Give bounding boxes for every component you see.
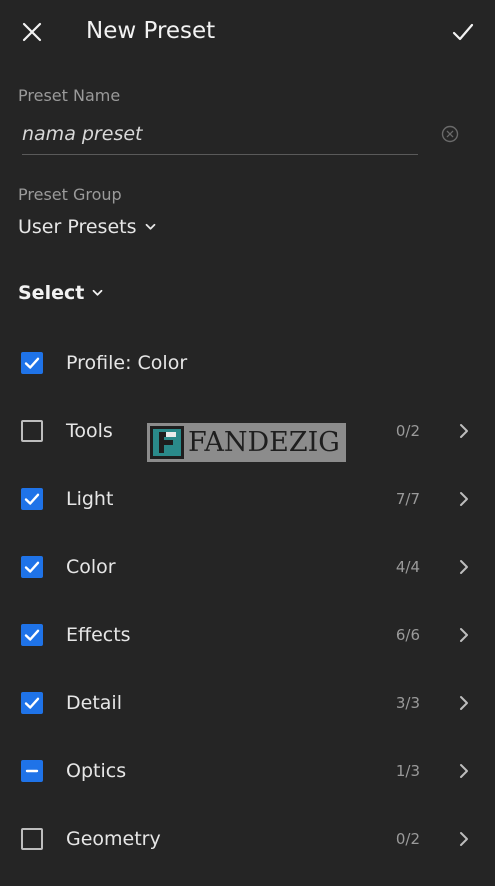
row-checkbox[interactable]: [21, 420, 43, 442]
preset-group-value: User Presets: [18, 216, 137, 238]
clear-input-button[interactable]: [441, 125, 459, 143]
row-checkbox[interactable]: [21, 624, 43, 646]
chevron-right-icon[interactable]: [457, 422, 471, 440]
chevron-right-icon[interactable]: [457, 626, 471, 644]
row-label: Optics: [66, 760, 127, 782]
row-label: Color: [66, 556, 116, 578]
row-checkbox[interactable]: [21, 692, 43, 714]
setting-row-color[interactable]: Color 4/4: [0, 539, 495, 595]
chevron-down-icon: [92, 289, 103, 296]
preset-group-label: Preset Group: [18, 185, 122, 204]
row-checkbox[interactable]: [21, 488, 43, 510]
clear-circle-icon: [441, 125, 459, 143]
check-icon: [24, 357, 40, 369]
row-label: Effects: [66, 624, 131, 646]
row-checkbox[interactable]: [21, 828, 43, 850]
setting-row-light[interactable]: Light 7/7: [0, 471, 495, 527]
confirm-button[interactable]: [449, 18, 477, 46]
setting-row-detail[interactable]: Detail 3/3: [0, 675, 495, 731]
top-bar: New Preset: [0, 0, 495, 64]
preset-name-label: Preset Name: [18, 86, 121, 105]
row-count: 4/4: [395, 558, 420, 576]
row-label: Light: [66, 488, 114, 510]
row-count: 0/2: [395, 422, 420, 440]
chevron-right-icon[interactable]: [457, 490, 471, 508]
row-label: Tools: [66, 420, 113, 442]
chevron-right-icon[interactable]: [457, 830, 471, 848]
preset-group-dropdown[interactable]: User Presets: [18, 216, 156, 238]
page-title: New Preset: [86, 18, 216, 44]
row-checkbox[interactable]: [21, 352, 43, 374]
preset-name-input[interactable]: [22, 118, 418, 150]
row-label: Geometry: [66, 828, 161, 850]
preset-name-field-wrap: [22, 118, 418, 155]
chevron-right-icon[interactable]: [457, 762, 471, 780]
check-icon: [24, 561, 40, 573]
check-icon: [24, 629, 40, 641]
close-icon: [22, 22, 42, 42]
checkmark-icon: [452, 23, 474, 41]
row-checkbox[interactable]: [21, 760, 43, 782]
watermark: FANDEZIG: [147, 423, 346, 462]
row-count: 6/6: [395, 626, 420, 644]
setting-row-profile[interactable]: Profile: Color: [0, 335, 495, 391]
row-label: Detail: [66, 692, 122, 714]
chevron-right-icon[interactable]: [457, 694, 471, 712]
row-checkbox[interactable]: [21, 556, 43, 578]
minus-icon: [25, 769, 39, 773]
setting-row-effects[interactable]: Effects 6/6: [0, 607, 495, 663]
row-count: 0/2: [395, 830, 420, 848]
watermark-text: FANDEZIG: [188, 427, 340, 458]
setting-row-optics[interactable]: Optics 1/3: [0, 743, 495, 799]
row-count: 7/7: [395, 490, 420, 508]
chevron-down-icon: [145, 223, 155, 230]
check-icon: [24, 493, 40, 505]
watermark-logo-icon: [150, 426, 184, 459]
select-dropdown[interactable]: Select: [18, 282, 103, 304]
chevron-right-icon[interactable]: [457, 558, 471, 576]
row-count: 3/3: [395, 694, 420, 712]
close-button[interactable]: [18, 18, 46, 46]
setting-row-geometry[interactable]: Geometry 0/2: [0, 811, 495, 867]
row-count: 1/3: [395, 762, 420, 780]
row-label: Profile: Color: [66, 352, 188, 374]
select-label: Select: [18, 282, 85, 304]
check-icon: [24, 697, 40, 709]
